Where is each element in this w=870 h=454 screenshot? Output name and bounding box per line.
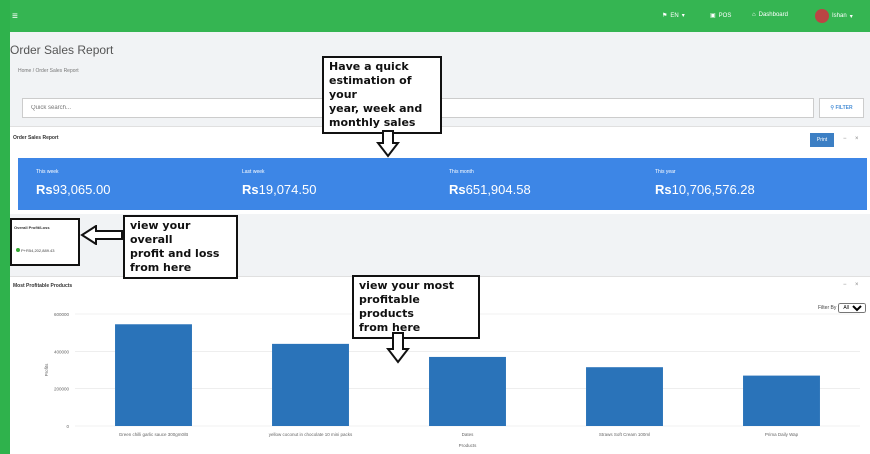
pos-label: POS [718, 12, 732, 19]
stat-label: Last week [242, 169, 265, 175]
callout-quick-estimation: Have a quick estimation of your year, we… [322, 56, 442, 134]
hamburger-icon[interactable]: ≡ [12, 11, 18, 22]
flag-icon: ⚑ [662, 13, 668, 19]
y-axis-label: Profits [44, 363, 49, 377]
stat-value: Rs651,904.58 [449, 182, 531, 197]
close-icon[interactable]: × [855, 136, 859, 142]
x-tick-label: Green chilli garlic sauce 300gm0/B [119, 432, 189, 437]
profit-loss-value: P+R54,202,889.43 [16, 248, 54, 253]
filter-button[interactable]: ⚲ FILTER [819, 98, 864, 118]
x-axis-label: Products [459, 443, 478, 448]
y-tick-label: 600000 [54, 312, 70, 317]
sales-panel-title: Order Sales Report [13, 135, 59, 141]
pos-icon: ▣ [710, 13, 716, 19]
stat-label: This year [655, 169, 676, 175]
collapse-icon[interactable]: − [843, 282, 847, 288]
profit-loss-title: Overall Profit/Loss [14, 225, 50, 230]
chevron-down-icon: ▾ [849, 13, 853, 20]
status-dot-icon [16, 248, 20, 252]
chart-bar [586, 367, 663, 426]
stat-value: Rs10,706,576.28 [655, 182, 755, 197]
stat-label: This week [36, 169, 59, 175]
stat-value: Rs19,074.50 [242, 182, 317, 197]
filter-icon: ⚲ [830, 105, 835, 111]
collapse-icon[interactable]: − [843, 136, 847, 142]
y-tick-label: 0 [66, 424, 69, 429]
products-panel-title: Most Profitable Products [13, 283, 73, 289]
search-row: ⚲ FILTER [22, 98, 864, 118]
close-icon[interactable]: × [855, 282, 859, 288]
chart-bar [272, 343, 349, 426]
chart-bar [743, 375, 820, 426]
dashboard-label: Dashboard [758, 12, 788, 18]
y-tick-label: 400000 [54, 349, 70, 354]
profit-loss-panel: Overall Profit/Loss P+R54,202,889.43 [10, 218, 80, 266]
stat-label: This month [449, 169, 474, 175]
filter-label: FILTER [835, 105, 853, 111]
y-tick-label: 200000 [54, 387, 70, 392]
x-tick-label: Straws Soft Cream 100ml [599, 432, 650, 437]
callout-profitable-products: view your most profitable products from … [352, 275, 480, 339]
avatar [815, 9, 829, 23]
x-tick-label: yellow coconut in chocolate 10 mini pack… [269, 432, 353, 437]
chevron-down-icon: ▾ [681, 13, 685, 19]
stat-value: Rs93,065.00 [36, 182, 111, 197]
arrow-left-icon [80, 225, 123, 245]
sales-stats-bar: This week Rs93,065.00 Last week Rs19,074… [18, 158, 867, 210]
app-frame: ≡ ⚑ EN ▾ ▣ POS ⌂ Dashboard Ishan ▾ Order… [10, 0, 870, 454]
arrow-down-icon [386, 332, 410, 364]
top-navbar: ≡ ⚑ EN ▾ ▣ POS ⌂ Dashboard Ishan ▾ [10, 0, 870, 32]
breadcrumb[interactable]: Home / Order Sales Report [18, 68, 79, 74]
print-button[interactable]: Print [810, 133, 834, 147]
home-icon: ⌂ [752, 12, 756, 18]
language-menu[interactable]: ⚑ EN ▾ [662, 12, 685, 20]
dashboard-link[interactable]: ⌂ Dashboard [752, 12, 788, 18]
x-tick-label: Dates [462, 432, 475, 437]
page-title: Order Sales Report [10, 43, 114, 57]
user-name: Ishan [832, 13, 847, 19]
chart-bar [115, 324, 192, 426]
chart-bar [429, 356, 506, 426]
callout-profit-loss: view your overall profit and loss from h… [123, 215, 238, 279]
user-menu[interactable]: Ishan ▾ [815, 9, 853, 23]
language-label: EN [670, 12, 679, 19]
pos-link[interactable]: ▣ POS [710, 12, 732, 20]
x-tick-label: Prima Daily Wap [765, 432, 799, 437]
arrow-down-icon [376, 130, 400, 158]
